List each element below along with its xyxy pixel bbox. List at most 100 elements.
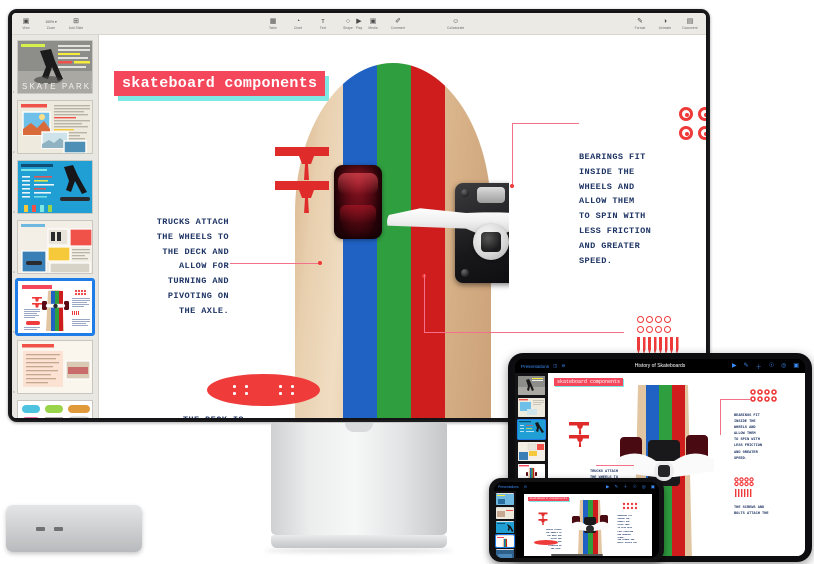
slide-number-1: 1: [13, 90, 15, 94]
chart-button[interactable]: ◔ Chart: [290, 18, 306, 30]
trucks-icon[interactable]: [271, 143, 333, 213]
iphone-main: skateboard components TRUCKS ATTACH THE …: [494, 491, 659, 558]
play-icon[interactable]: ▶: [606, 484, 609, 490]
bearing-5: [679, 126, 693, 140]
ipad-thumb-art-1: [518, 376, 545, 395]
device-family-scene: ▣ View 100% ▾ Zoom ⊞ Add Slide ▶ Play ▦ …: [0, 0, 814, 564]
format-icon[interactable]: ✎: [614, 484, 618, 490]
slide-thumbnail-4[interactable]: [17, 220, 93, 274]
deck-hole: [279, 392, 282, 395]
ipad-thumb-art-3: [518, 420, 545, 439]
ipad-thumbnail-1[interactable]: [518, 376, 545, 395]
play-icon[interactable]: ▶: [732, 362, 737, 371]
slide-thumbnail-7[interactable]: [17, 400, 93, 418]
add-slide-icon: ⊞: [73, 17, 79, 25]
slide-thumbnail-6[interactable]: [17, 340, 93, 394]
iphone-device: Presentations ⊖ ▶ ✎ ＋ ☉ ◎ ▣ skateboard c…: [489, 478, 664, 562]
screw-head-row-2: [637, 326, 679, 333]
zoom-control[interactable]: 100% ▾ Zoom: [43, 18, 59, 30]
more-icon[interactable]: ◎: [642, 484, 646, 490]
connector-bearings-h: [512, 123, 579, 124]
ipad-connector-trucks: [596, 465, 634, 466]
iphone-back-label[interactable]: Presentations: [498, 485, 519, 489]
view-button[interactable]: ▣ View: [18, 18, 34, 30]
thumb-art-gear: [18, 221, 92, 273]
iphone-thumbnail-5[interactable]: [496, 549, 514, 558]
add-icon[interactable]: ＋: [623, 484, 628, 490]
collaborate-icon[interactable]: ☉: [633, 484, 637, 490]
animate-icon: ◑: [662, 17, 668, 25]
slide-thumbnail-5[interactable]: [15, 278, 95, 336]
document-button[interactable]: ▤ Document: [682, 18, 698, 30]
display-stand-base: [271, 535, 447, 548]
callout-trucks-text[interactable]: TRUCKS ATTACH THE WHEELS TO THE DECK AND…: [117, 215, 229, 319]
bearing-6: [698, 126, 706, 140]
usb-port-right: [54, 527, 63, 531]
iphone-home-indicator: [550, 554, 603, 556]
iphone-thumbnail-4[interactable]: [495, 534, 515, 548]
add-icon[interactable]: ＋: [756, 362, 762, 371]
deck-icon[interactable]: [207, 374, 320, 406]
document-icon[interactable]: ▣: [793, 362, 799, 371]
slide-navigator[interactable]: SKATE PARKS 1 2 3 4 5 6: [12, 35, 99, 418]
zoom-label: Zoom: [46, 25, 56, 30]
stand-shadow: [265, 548, 453, 553]
bolt-bl: [461, 269, 469, 277]
slide-thumbnail-1-wrap: SKATE PARKS 1: [13, 40, 94, 94]
iphone-thumbnail-2[interactable]: [496, 507, 514, 519]
collaborate-icon[interactable]: ☉: [769, 362, 774, 371]
format-icon[interactable]: ✎: [744, 362, 749, 371]
comment-button[interactable]: ✐ Comment: [390, 18, 406, 30]
ipad-thumbnail-3[interactable]: [517, 419, 546, 440]
ipad-toolbar: Presentations ◫ ⊖ History of Skateboards…: [515, 359, 805, 373]
screws-icon[interactable]: [637, 316, 679, 354]
iphone-slide-navigator[interactable]: [494, 491, 516, 558]
slide-thumbnail-3-wrap: 3: [13, 160, 94, 214]
ipad-back-button[interactable]: Presentations ◫ ⊖: [521, 363, 565, 369]
bearings-icon[interactable]: [679, 107, 706, 140]
slide-thumbnail-1[interactable]: SKATE PARKS: [17, 40, 93, 94]
iphone-slide-title: skateboard components: [529, 497, 568, 500]
callout-bearings-text[interactable]: BEARINGS FIT INSIDE THE WHEELS AND ALLOW…: [579, 150, 699, 268]
deck-hole: [291, 385, 294, 388]
slide-thumbnail-3[interactable]: [17, 160, 93, 214]
screw-head: [646, 316, 653, 323]
ipad-thumbnail-4[interactable]: [518, 442, 545, 461]
slide-thumbnail-4-wrap: 4: [13, 220, 94, 274]
ipad-thumbnail-2[interactable]: [518, 398, 545, 417]
iphone-thumbnail-3[interactable]: [496, 521, 514, 533]
iphone-slide-canvas[interactable]: skateboard components TRUCKS ATTACH THE …: [516, 491, 659, 558]
slide-thumbnail-2[interactable]: [17, 100, 93, 154]
bearing-1: [679, 107, 693, 121]
callout-deck-text[interactable]: THE DECK IS THE PLATFORM: [139, 413, 244, 418]
animate-button[interactable]: ◑ Animate: [657, 18, 673, 30]
iphone-trucks-icon: [538, 512, 547, 525]
document-icon[interactable]: ▣: [651, 484, 655, 490]
deck-hole: [279, 385, 282, 388]
thumb-art-timeline: [18, 161, 92, 213]
slide-number-6: 6: [13, 390, 15, 394]
deck-hole: [245, 392, 248, 395]
kingpin-nut: [481, 232, 501, 252]
iphone-thumbnail-1[interactable]: [496, 493, 514, 505]
add-slide-button[interactable]: ⊞ Add Slide: [68, 18, 84, 30]
skateboard-photo[interactable]: [277, 35, 509, 418]
media-icon: ▣: [369, 17, 377, 25]
table-icon: ▦: [269, 17, 277, 25]
format-button[interactable]: ✎ Format: [632, 18, 648, 30]
svg-text:SKATE PARKS: SKATE PARKS: [22, 82, 93, 91]
zoom-out-icon[interactable]: ⊖: [561, 363, 565, 369]
usb-port-left: [36, 527, 45, 531]
collaborate-button[interactable]: ☺ Collaborate: [447, 18, 464, 30]
more-icon[interactable]: ◎: [781, 362, 786, 371]
text-button[interactable]: ᴛ Text: [315, 18, 331, 30]
sidebar-icon[interactable]: ◫: [553, 363, 557, 369]
media-button[interactable]: ▣ Media: [365, 18, 381, 30]
screw-shaft-row: [637, 337, 679, 354]
table-button[interactable]: ▦ Table: [265, 18, 281, 30]
bolt-tl: [461, 189, 469, 197]
deck-hole: [291, 392, 294, 395]
shape-button[interactable]: ○ Shape: [340, 18, 356, 30]
format-label: Format: [634, 25, 646, 30]
zoom-out-icon[interactable]: ⊖: [524, 484, 527, 489]
